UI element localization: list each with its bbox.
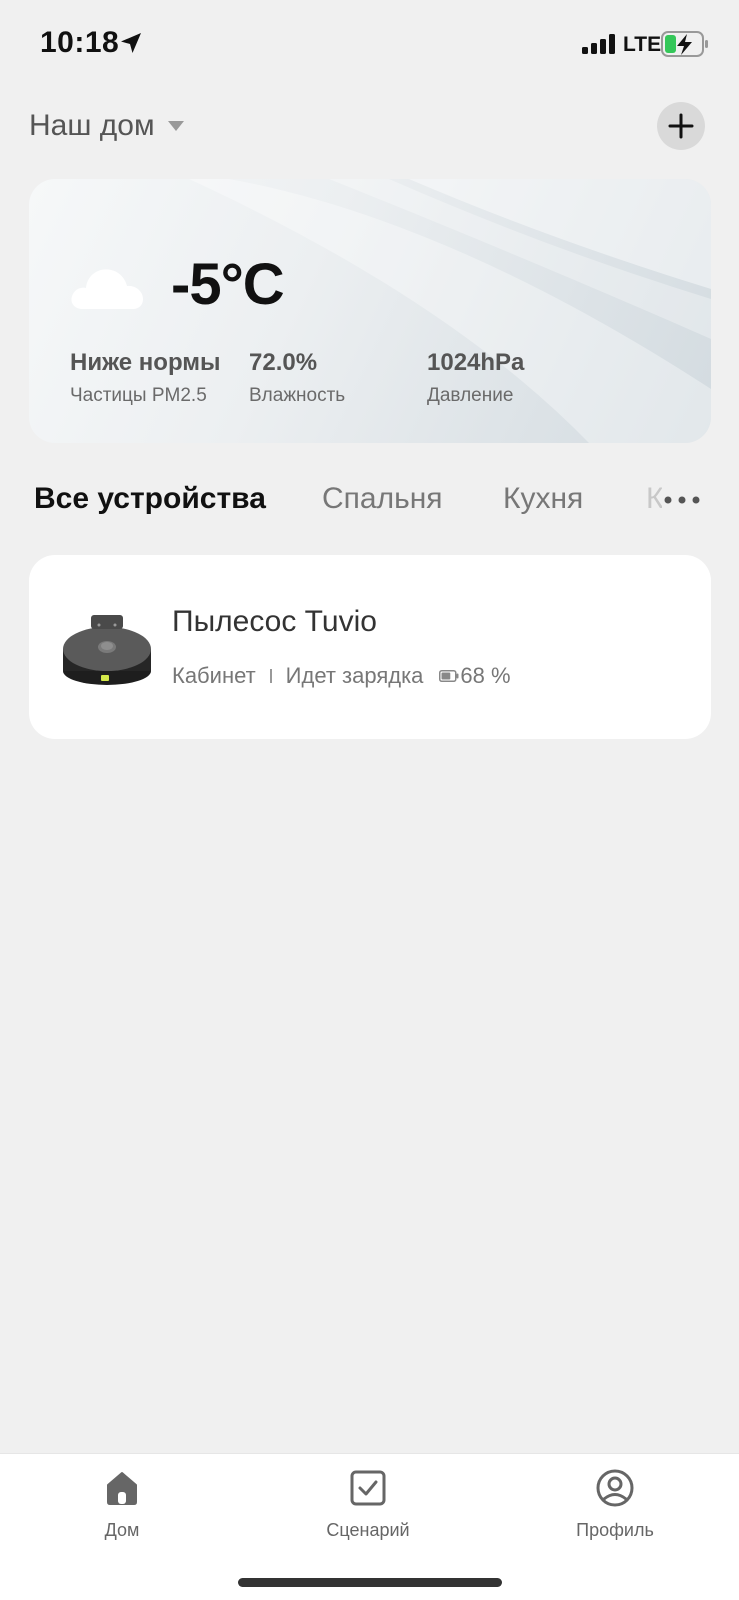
cloud-icon bbox=[71, 269, 143, 309]
battery-icon bbox=[439, 670, 459, 682]
profile-icon bbox=[596, 1469, 634, 1507]
signal-bars-icon bbox=[582, 34, 615, 54]
home-indicator bbox=[238, 1578, 502, 1587]
home-title: Наш дом bbox=[29, 109, 155, 142]
tab-partial[interactable]: К bbox=[646, 482, 662, 516]
humidity-value: 72.0% bbox=[249, 349, 318, 376]
temperature: -5°C bbox=[171, 252, 285, 317]
device-status: Идет зарядка bbox=[285, 663, 424, 688]
checkbox-icon bbox=[350, 1470, 386, 1506]
nav-profile-label: Профиль bbox=[576, 1520, 654, 1540]
weather-card[interactable]: -5°C Ниже нормы Частицы PM2.5 72.0% Влаж… bbox=[29, 179, 711, 443]
robot-vacuum-image bbox=[63, 615, 151, 685]
tab-kitchen[interactable]: Кухня bbox=[503, 482, 583, 516]
nav-home[interactable]: Дом bbox=[52, 1468, 192, 1541]
pm25-label: Частицы PM2.5 bbox=[70, 385, 207, 406]
room-tabs: Все устройства Спальня Кухня К bbox=[0, 476, 739, 526]
device-meta: Кабинет Идет зарядка 68 % bbox=[172, 663, 511, 689]
plus-icon bbox=[668, 113, 694, 139]
device-battery: 68 % bbox=[460, 663, 511, 688]
device-name: Пылесос Tuvio bbox=[172, 605, 377, 638]
humidity-label: Влажность bbox=[249, 385, 346, 406]
humidity-stat: 72.0% Влажность bbox=[249, 349, 345, 407]
tab-all-devices[interactable]: Все устройства bbox=[34, 482, 266, 516]
nav-scenarios[interactable]: Сценарий bbox=[298, 1468, 438, 1541]
status-time: 10:18 bbox=[40, 26, 120, 59]
nav-scenarios-label: Сценарий bbox=[326, 1520, 410, 1540]
nav-profile[interactable]: Профиль bbox=[545, 1468, 685, 1541]
more-tabs-button[interactable] bbox=[662, 486, 702, 514]
caret-down-icon bbox=[167, 121, 184, 131]
battery-charging-icon bbox=[661, 31, 708, 57]
home-icon bbox=[107, 1472, 137, 1505]
device-room: Кабинет bbox=[172, 663, 256, 688]
status-bar: 10:18 LTE bbox=[0, 0, 739, 90]
home-selector[interactable]: Наш дом bbox=[29, 104, 185, 148]
pm25-stat: Ниже нормы Частицы PM2.5 bbox=[70, 349, 221, 407]
location-arrow-icon bbox=[121, 33, 141, 53]
pressure-label: Давление bbox=[427, 385, 514, 406]
more-horizontal-icon bbox=[664, 496, 700, 504]
add-button[interactable] bbox=[657, 102, 705, 150]
pressure-value: 1024hPa bbox=[427, 349, 525, 376]
pressure-stat: 1024hPa Давление bbox=[427, 349, 524, 407]
meta-divider bbox=[269, 669, 272, 683]
device-card[interactable]: Пылесос Tuvio Кабинет Идет зарядка 68 % bbox=[29, 555, 711, 739]
pm25-value: Ниже нормы bbox=[70, 349, 221, 376]
nav-home-label: Дом bbox=[104, 1520, 140, 1540]
tab-bedroom[interactable]: Спальня bbox=[322, 482, 443, 516]
network-type: LTE bbox=[623, 33, 662, 56]
